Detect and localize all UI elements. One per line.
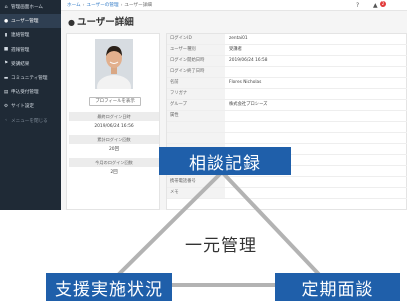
total-logins-value: 20回 (109, 147, 119, 152)
gear-icon: ⚙ (3, 103, 9, 109)
monthly-logins-label: 今月のログイン回数 (69, 158, 159, 167)
breadcrumb-separator: › (120, 2, 123, 8)
monthly-logins-value: 2回 (110, 170, 118, 175)
user-icon: ● (68, 18, 75, 27)
breadcrumb-separator: › (82, 2, 85, 8)
breadcrumb-section-link[interactable]: ユーザーの管理 (87, 2, 119, 8)
row-label (167, 155, 225, 165)
sidebar-item-label: 申込受付管理 (11, 90, 39, 96)
row-value: Flores Nicholas (229, 80, 262, 85)
total-logins-label: 累計ログイン回数 (69, 135, 159, 144)
sidebar-item-label: 管理画面ホーム (11, 5, 44, 11)
avatar (95, 39, 133, 89)
row-label: 属性 (167, 111, 225, 121)
sidebar-item-label: サイト設定 (11, 104, 34, 110)
sidebar-item-contact[interactable]: ▮ 連絡管理 (0, 28, 61, 42)
row-label: ログイン開始日時 (167, 56, 225, 66)
table-row: フリガナ (167, 89, 407, 100)
profile-card: プロフィールを表示 最終ログイン日時 2019/06/24 16:56 累計ログ… (66, 33, 160, 210)
table-row: 名前 Flores Nicholas (167, 78, 407, 89)
notification-badge: 2 (380, 1, 386, 7)
table-row: 携帯電話番号 (167, 177, 407, 188)
row-label (167, 122, 225, 132)
sidebar-item-applications[interactable]: ▤ 申込受付管理 (0, 85, 61, 99)
table-row: ログイン終了日時 (167, 67, 407, 78)
bell-icon[interactable]: ▲ (373, 2, 378, 9)
flag-icon: ⚑ (3, 61, 9, 67)
sidebar-item-users[interactable]: ● ユーザー管理 (0, 14, 61, 29)
row-label: フリガナ (167, 89, 225, 99)
sidebar: ⌂ 管理画面ホーム ● ユーザー管理 ▮ 連絡管理 ■ 週報管理 ⚑ 受講結果 … (0, 0, 61, 210)
table-row: メモ (167, 188, 407, 199)
sidebar-item-label: コミュニティ管理 (11, 76, 48, 82)
sidebar-item-label: ユーザー管理 (11, 19, 39, 25)
row-value: 株式会社プロシーズ (229, 102, 268, 107)
sidebar-item-community[interactable]: ▬ コミュニティ管理 (0, 71, 61, 85)
table-row: ユーザー種別 受講者 (167, 45, 407, 56)
user-detail-table: ログインID zentai01 ユーザー種別 受講者 ログイン開始日時 2019… (166, 33, 407, 210)
document-icon: ▤ (3, 89, 9, 95)
support-status-box: 支援実施状況 (46, 273, 172, 301)
table-row (167, 122, 407, 133)
regular-interview-box: 定期面談 (275, 273, 400, 301)
table-row: ログインID zentai01 (167, 34, 407, 45)
row-label: ログイン終了日時 (167, 67, 225, 77)
app-screenshot: ⌂ 管理画面ホーム ● ユーザー管理 ▮ 連絡管理 ■ 週報管理 ⚑ 受講結果 … (0, 0, 407, 210)
chat-icon: ▬ (3, 75, 9, 81)
sidebar-collapse-button[interactable]: ‹ メニューを閉じる (0, 114, 61, 128)
chevron-left-icon: ‹ (5, 118, 7, 124)
table-row: ログイン開始日時 2019/06/24 16:58 (167, 56, 407, 67)
sidebar-item-results[interactable]: ⚑ 受講結果 (0, 57, 61, 71)
row-value: 2019/06/24 16:58 (229, 58, 268, 63)
sidebar-item-label: 週報管理 (11, 47, 30, 53)
table-row: グループ 株式会社プロシーズ (167, 100, 407, 111)
row-label: グループ (167, 100, 225, 110)
table-row (167, 144, 407, 155)
row-label: 名前 (167, 78, 225, 88)
row-label (167, 166, 225, 176)
sidebar-item-label: 受講結果 (11, 61, 30, 67)
table-row (167, 133, 407, 144)
table-row: 属性 (167, 111, 407, 122)
breadcrumb-current: ユーザー詳細 (124, 3, 152, 8)
breadcrumb-home-link[interactable]: ホーム (67, 2, 81, 8)
row-label: ログインID (167, 34, 225, 44)
unified-management-label: 一元管理 (185, 236, 257, 256)
row-label: 携帯電話番号 (167, 177, 225, 187)
page-title: ● ユーザー詳細 (68, 14, 134, 28)
sidebar-item-label: 連絡管理 (11, 33, 30, 39)
show-profile-button[interactable]: プロフィールを表示 (89, 97, 141, 106)
last-login-value: 2019/06/24 16:56 (94, 124, 134, 129)
table-row (167, 155, 407, 166)
user-icon: ● (3, 18, 8, 24)
help-icon[interactable]: ? (356, 2, 359, 9)
contact-icon: ▮ (4, 32, 8, 38)
report-icon: ■ (3, 47, 9, 53)
home-icon: ⌂ (4, 4, 8, 10)
row-label (167, 133, 225, 143)
row-label: ユーザー種別 (167, 45, 225, 55)
row-value: 受講者 (229, 47, 242, 52)
sidebar-item-weekly-report[interactable]: ■ 週報管理 (0, 43, 61, 57)
table-row (167, 166, 407, 177)
sidebar-item-label: メニューを閉じる (11, 118, 48, 124)
sidebar-item-site-settings[interactable]: ⚙ サイト設定 (0, 99, 61, 113)
row-value: zentai01 (229, 36, 248, 41)
page-title-text: ユーザー詳細 (76, 17, 134, 28)
row-label: メモ (167, 188, 225, 198)
row-label (167, 144, 225, 154)
last-login-label: 最終ログイン日時 (69, 112, 159, 121)
sidebar-item-home[interactable]: ⌂ 管理画面ホーム (0, 0, 61, 14)
